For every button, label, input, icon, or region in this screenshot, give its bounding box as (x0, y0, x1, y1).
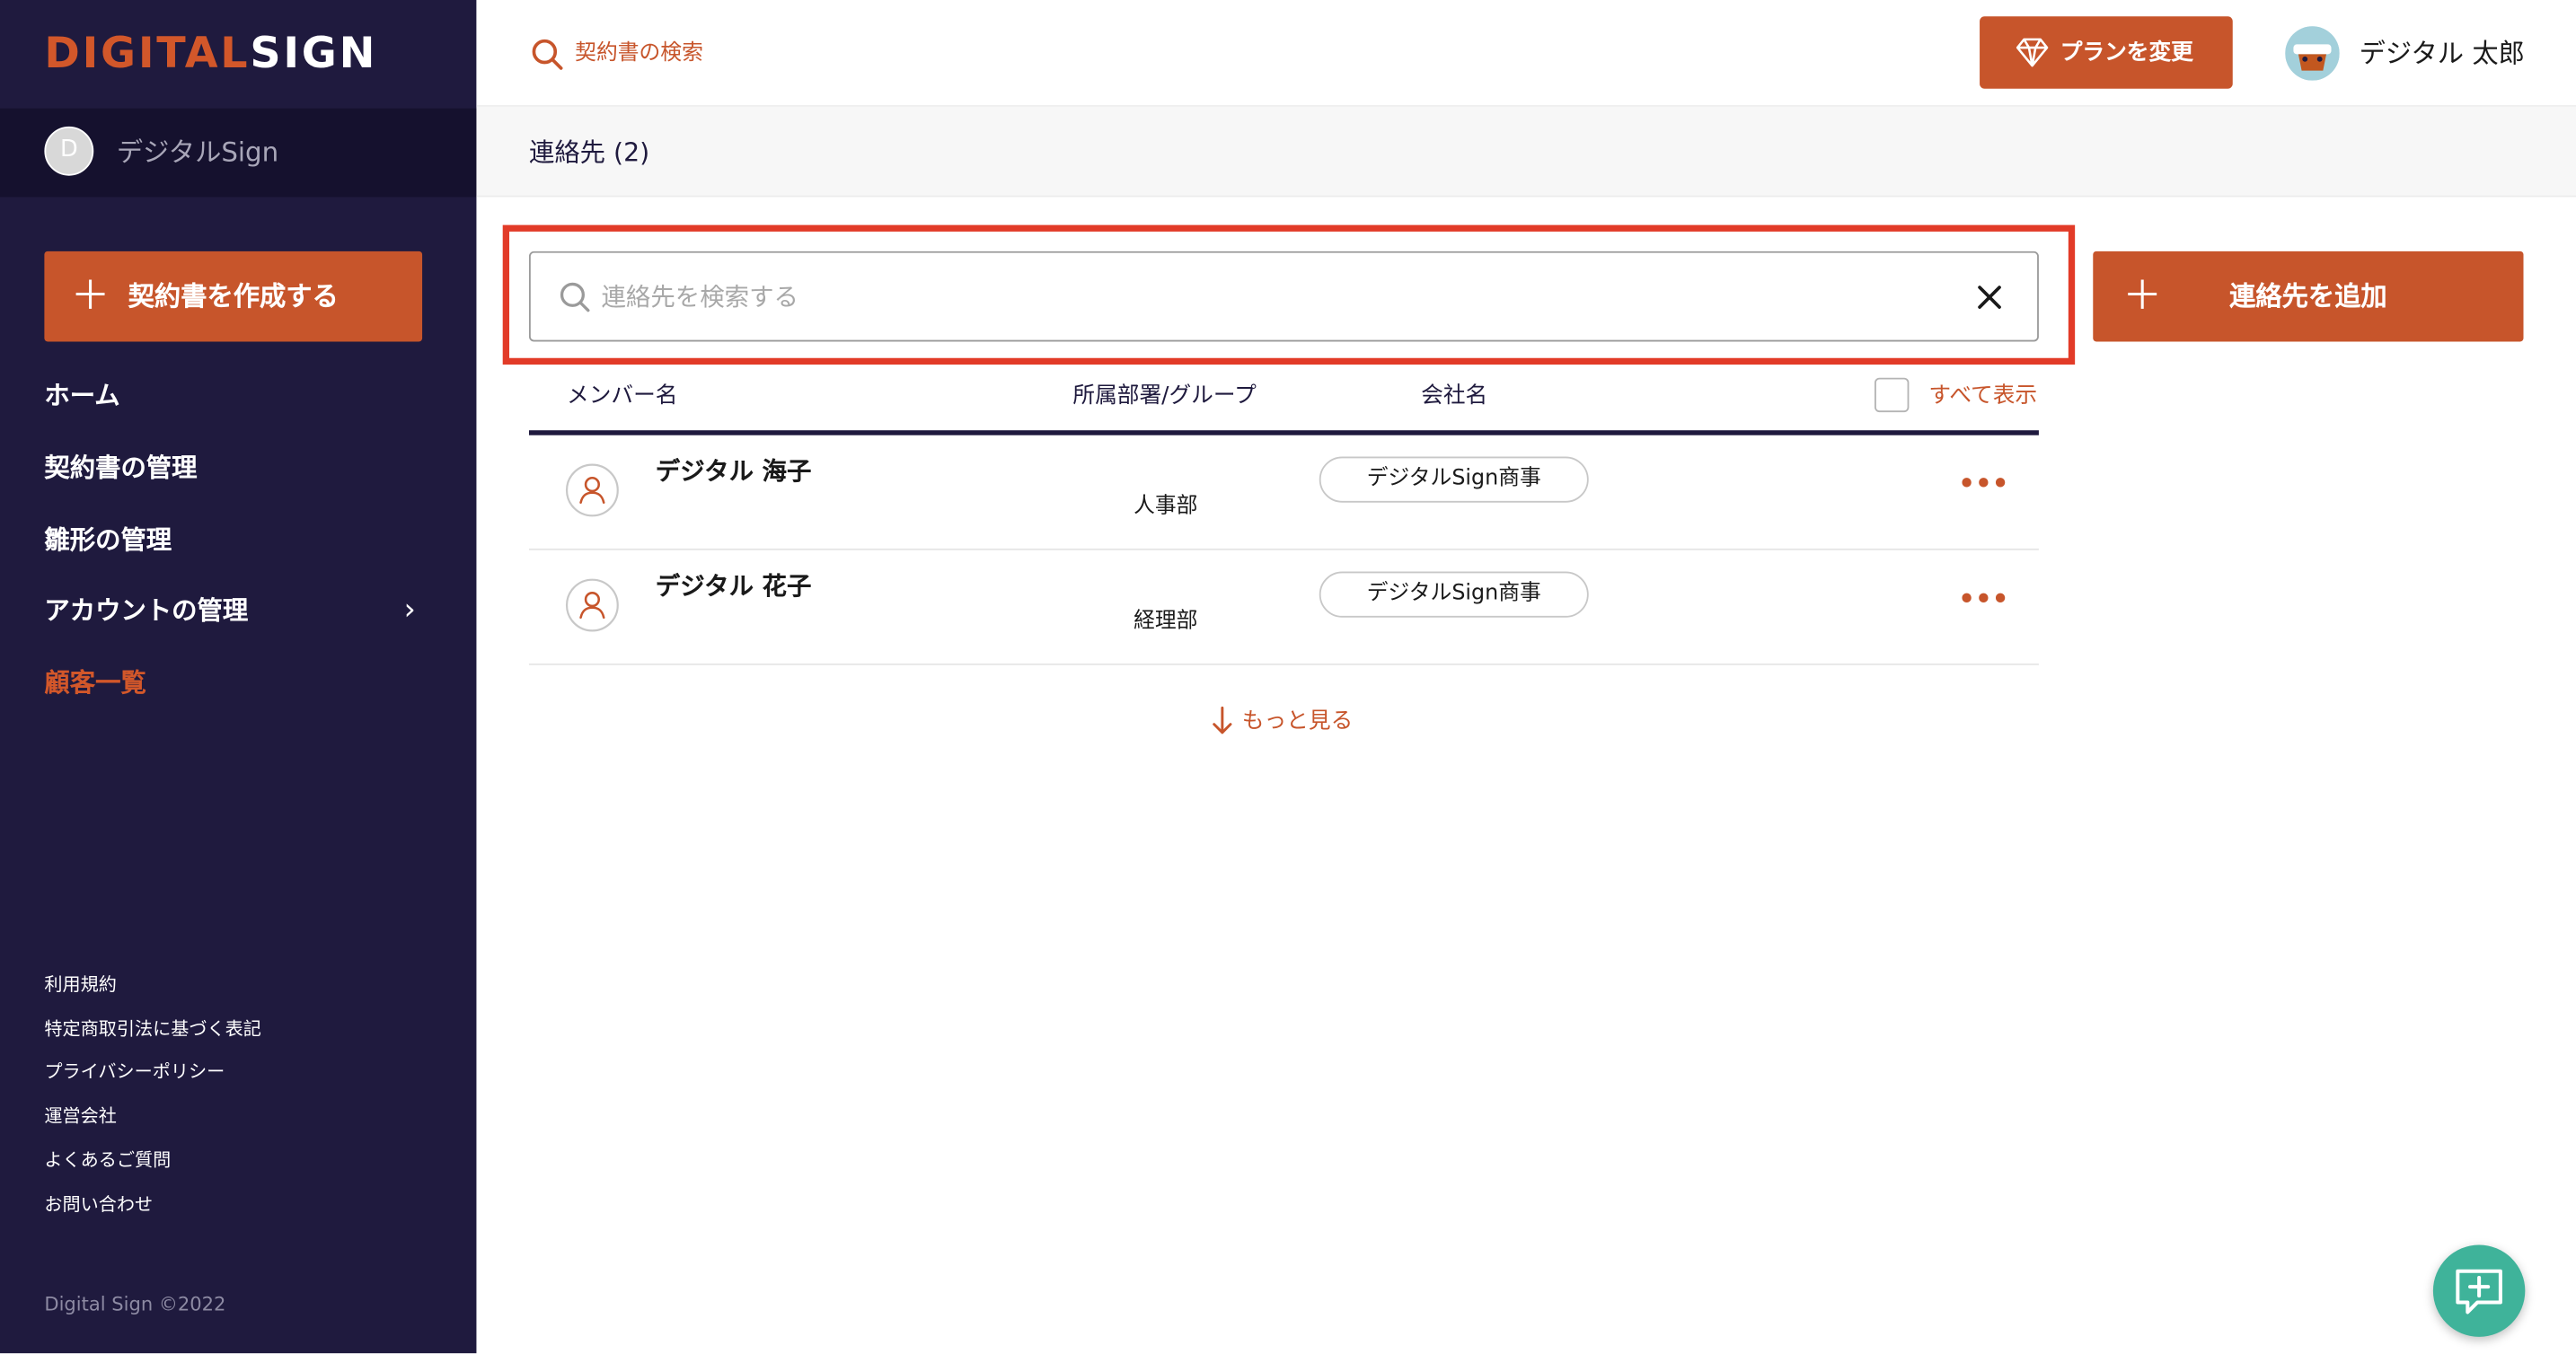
sidebar-item-customers[interactable]: 顧客一覧 (44, 662, 422, 705)
column-header-company: 会社名 (1421, 382, 1488, 409)
member-name: デジタル 海子 (655, 456, 812, 487)
column-header-dept: 所属部署/グループ (1072, 382, 1257, 409)
logo[interactable]: DIGITALSIGN (44, 26, 377, 82)
clear-icon[interactable] (1972, 279, 2007, 315)
page-title-bar (476, 106, 2576, 198)
footer-link-commerce-law[interactable]: 特定商取引法に基づく表記 (44, 1016, 260, 1042)
copyright: Digital Sign ©2022 (44, 1292, 226, 1316)
ellipsis-icon[interactable]: ••• (1958, 470, 2008, 497)
diamond-icon (2016, 38, 2049, 67)
person-icon (565, 463, 619, 517)
member-dept: 経理部 (1134, 609, 1198, 635)
search-icon (560, 282, 590, 312)
sidebar-item-contracts[interactable]: 契約書の管理 (44, 447, 422, 490)
user-avatar[interactable] (2285, 26, 2340, 81)
top-header (476, 0, 2576, 107)
table-row[interactable]: デジタル 海子 人事部 デジタルSign商事 ••• (528, 435, 2039, 550)
change-plan-button[interactable]: プランを変更 (1980, 16, 2233, 89)
search-icon (532, 39, 563, 70)
plus-icon: ＋ (70, 272, 110, 319)
user-name[interactable]: デジタル 太郎 (2360, 33, 2525, 76)
org-avatar: D (44, 126, 94, 176)
table-row[interactable]: デジタル 花子 経理部 デジタルSign商事 ••• (528, 550, 2039, 665)
add-contact-button[interactable]: ＋ 連絡先を追加 (2093, 251, 2524, 342)
footer-link-privacy[interactable]: プライバシーポリシー (44, 1059, 225, 1086)
footer-link-company[interactable]: 運営会社 (44, 1103, 116, 1130)
sidebar-item-templates[interactable]: 雛形の管理 (44, 519, 422, 562)
company-tag: デジタルSign商事 (1319, 571, 1589, 618)
contact-search-box[interactable] (528, 251, 2039, 342)
chat-button[interactable] (2432, 1244, 2526, 1337)
contact-search-input[interactable] (601, 276, 1949, 319)
footer-link-terms[interactable]: 利用規約 (44, 972, 116, 998)
footer-link-faq[interactable]: よくあるご質問 (44, 1148, 171, 1174)
create-contract-button[interactable]: ＋ 契約書を作成する (44, 251, 423, 342)
footer-link-contact[interactable]: お問い合わせ (44, 1192, 153, 1218)
person-icon (565, 578, 619, 632)
show-all-label[interactable]: すべて表示 (1928, 380, 2037, 413)
plus-icon: ＋ (2122, 272, 2163, 319)
show-all-checkbox[interactable] (1875, 377, 1910, 413)
ellipsis-icon[interactable]: ••• (1958, 585, 2008, 612)
org-name: デジタルSign (116, 136, 279, 168)
chat-add-icon (2456, 1269, 2502, 1314)
page-title: 連絡先 (2) (528, 137, 650, 168)
sidebar-item-account[interactable]: アカウントの管理 › (44, 590, 422, 633)
column-header-member: メンバー名 (567, 382, 678, 409)
sidebar-item-home[interactable]: ホーム (44, 374, 422, 418)
arrow-down-icon (1213, 706, 1232, 734)
sidebar-item-label: アカウントの管理 (44, 595, 249, 626)
user-avatar-image (2285, 26, 2340, 81)
member-name: デジタル 花子 (655, 571, 812, 602)
company-tag: デジタルSign商事 (1319, 456, 1589, 503)
chevron-right-icon: › (403, 593, 416, 628)
member-dept: 人事部 (1134, 494, 1198, 519)
